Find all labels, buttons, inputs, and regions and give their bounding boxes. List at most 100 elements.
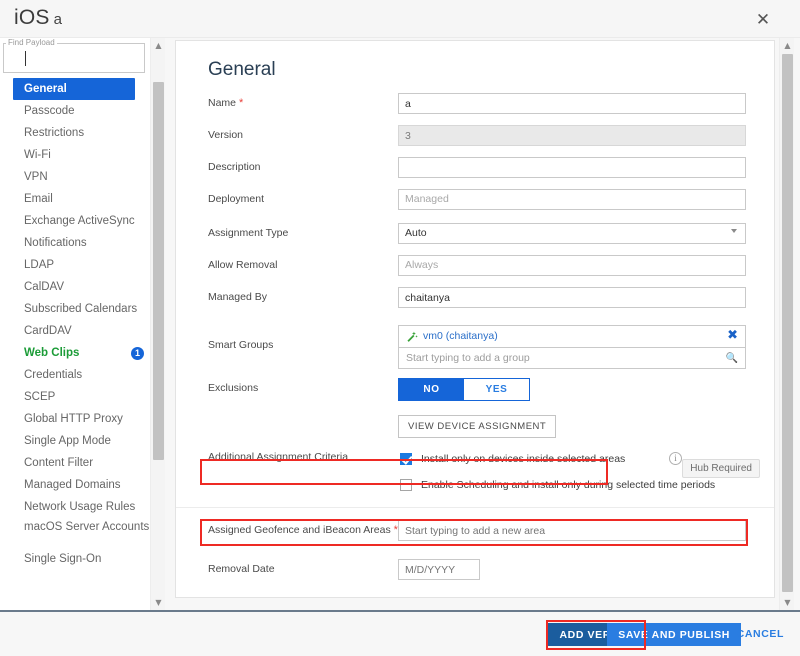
field-row-deployment: Deployment Managed: [176, 189, 774, 221]
geofence-label: Assigned Geofence and iBeacon Areas *: [208, 524, 398, 536]
sidebar-scrollbar[interactable]: ▲ ▼: [150, 38, 165, 610]
sidebar-item-ldap[interactable]: LDAP: [0, 254, 150, 276]
sidebar-item-scep[interactable]: SCEP: [0, 386, 150, 408]
hub-required-badge: Hub Required: [682, 459, 760, 478]
field-row-assignment-type: Assignment Type Auto: [176, 223, 774, 255]
sidebar-item-vpn[interactable]: VPN: [0, 166, 150, 188]
scroll-up-icon[interactable]: ▲: [780, 38, 795, 53]
view-device-assignment-button[interactable]: VIEW DEVICE ASSIGNMENT: [398, 415, 557, 438]
geofence-input[interactable]: [398, 520, 746, 541]
status-badge: 1: [131, 347, 144, 360]
sidebar-item-passcode[interactable]: Passcode: [0, 100, 150, 122]
scroll-up-icon[interactable]: ▲: [151, 38, 166, 53]
install-inside-areas-checkbox[interactable]: [400, 453, 412, 465]
sidebar-item-web-clips[interactable]: Web Clips 1: [0, 342, 150, 364]
field-row-geofence: Assigned Geofence and iBeacon Areas *: [176, 520, 774, 552]
sidebar-item-macos-server-accounts[interactable]: macOS Server Accounts: [0, 518, 150, 548]
sidebar-item-global-http-proxy[interactable]: Global HTTP Proxy: [0, 408, 150, 430]
managed-by-field[interactable]: [398, 287, 746, 308]
sidebar-item-label: General: [24, 83, 67, 95]
sidebar-item-label: Network Usage Rules: [24, 501, 136, 513]
exclusions-toggle[interactable]: NO YES: [398, 378, 530, 401]
exclusions-option-no[interactable]: NO: [399, 379, 464, 400]
smart-group-chip[interactable]: vm0 (chaitanya) ✖: [398, 325, 746, 347]
scroll-down-icon[interactable]: ▼: [780, 595, 795, 610]
sidebar-item-label: Single Sign-On: [24, 553, 102, 565]
find-payload-field[interactable]: Find Payload: [3, 38, 145, 73]
app-root: iOS a ✕ Find Payload General Passcode Res…: [0, 0, 800, 656]
version-field: [398, 125, 746, 146]
sidebar-item-label: macOS Server Accounts: [24, 521, 150, 533]
sidebar-item-caldav[interactable]: CalDAV: [0, 276, 150, 298]
removal-date-label: Removal Date: [208, 563, 275, 575]
general-form: Name * Version Description Dep: [176, 93, 774, 597]
assignment-type-label: Assignment Type: [208, 227, 289, 239]
sidebar-item-label: Credentials: [24, 369, 83, 381]
field-row-allow-removal: Allow Removal Always: [176, 255, 774, 287]
sidebar-item-email[interactable]: Email: [0, 188, 150, 210]
sidebar-item-network-usage-rules[interactable]: Network Usage Rules: [0, 496, 150, 518]
field-row-exclusions: Exclusions NO YES: [176, 377, 774, 415]
sidebar-item-restrictions[interactable]: Restrictions: [0, 122, 150, 144]
sidebar-item-credentials[interactable]: Credentials: [0, 364, 150, 386]
magic-wand-icon: [407, 331, 418, 342]
scrollbar-thumb[interactable]: [153, 82, 164, 460]
sidebar-item-notifications[interactable]: Notifications: [0, 232, 150, 254]
description-field[interactable]: [398, 157, 746, 178]
install-inside-areas-label: Install only on devices inside selected …: [421, 453, 626, 465]
smart-groups-control: vm0 (chaitanya) ✖ Start typing to add a …: [398, 325, 746, 369]
allow-removal-field: Always: [398, 255, 746, 276]
sidebar-item-label: Email: [24, 193, 53, 205]
chevron-down-icon: [731, 229, 737, 233]
page-title: iOS a: [14, 6, 62, 30]
dialog-scrollbar[interactable]: ▲ ▼: [779, 38, 794, 610]
smart-groups-input[interactable]: Start typing to add a group 🔍: [398, 347, 746, 369]
smart-groups-label: Smart Groups: [208, 339, 274, 351]
sidebar-item-single-app-mode[interactable]: Single App Mode: [0, 430, 150, 452]
sidebar-item-label: CalDAV: [24, 281, 65, 293]
sidebar-item-label: Web Clips: [24, 347, 80, 359]
deployment-label: Deployment: [208, 193, 265, 205]
cancel-button[interactable]: CANCEL: [731, 627, 790, 641]
sidebar-item-label: Global HTTP Proxy: [24, 413, 123, 425]
assignment-type-select[interactable]: Auto: [398, 223, 746, 244]
sidebar-item-general[interactable]: General: [13, 78, 135, 100]
removal-date-input[interactable]: [398, 559, 480, 580]
sidebar-item-exchange-activesync[interactable]: Exchange ActiveSync: [0, 210, 150, 232]
sidebar-item-single-sign-on[interactable]: Single Sign-On: [0, 548, 150, 570]
remove-chip-icon[interactable]: ✖: [727, 329, 738, 343]
exclusions-option-yes[interactable]: YES: [464, 379, 529, 400]
field-row-managed-by: Managed By: [176, 287, 774, 319]
sidebar-item-label: Wi-Fi: [24, 149, 51, 161]
additional-criteria-label: Additional Assignment Criteria: [208, 451, 349, 463]
required-asterisk: *: [238, 97, 244, 109]
sidebar-item-wifi[interactable]: Wi-Fi: [0, 144, 150, 166]
field-row-version: Version: [176, 125, 774, 157]
field-row-enable-scheduling: Enable Scheduling and install only durin…: [176, 477, 774, 503]
field-row-view-device-assignment: VIEW DEVICE ASSIGNMENT: [176, 415, 774, 445]
section-heading: General: [208, 59, 276, 80]
enable-scheduling-checkbox[interactable]: [400, 479, 412, 491]
sidebar-item-label: Restrictions: [24, 127, 85, 139]
smart-group-chip-label: vm0 (chaitanya): [423, 330, 498, 342]
sidebar-item-label: Exchange ActiveSync: [24, 215, 135, 227]
sidebar-item-content-filter[interactable]: Content Filter: [0, 452, 150, 474]
window-titlebar: iOS a ✕: [0, 0, 800, 38]
search-input[interactable]: [9, 50, 139, 68]
payload-detail-pane: General Name * Version Descri: [166, 38, 800, 610]
sidebar-item-label: VPN: [24, 171, 48, 183]
dialog-footer: ADD VERSION SAVE AND PUBLISH CANCEL: [0, 610, 800, 656]
smart-groups-placeholder: Start typing to add a group: [406, 352, 530, 364]
info-icon[interactable]: i: [669, 452, 682, 465]
find-payload-label: Find Payload: [6, 38, 57, 47]
name-field[interactable]: [398, 93, 746, 114]
scrollbar-thumb[interactable]: [782, 54, 793, 592]
sidebar-item-managed-domains[interactable]: Managed Domains: [0, 474, 150, 496]
save-and-publish-button[interactable]: SAVE AND PUBLISH: [607, 623, 741, 646]
scroll-down-icon[interactable]: ▼: [151, 595, 166, 610]
sidebar-item-subscribed-calendars[interactable]: Subscribed Calendars: [0, 298, 150, 320]
close-icon[interactable]: ✕: [754, 12, 772, 30]
geofence-label-text: Assigned Geofence and iBeacon Areas: [208, 524, 391, 536]
sidebar-item-label: Single App Mode: [24, 435, 111, 447]
sidebar-item-carddav[interactable]: CardDAV: [0, 320, 150, 342]
